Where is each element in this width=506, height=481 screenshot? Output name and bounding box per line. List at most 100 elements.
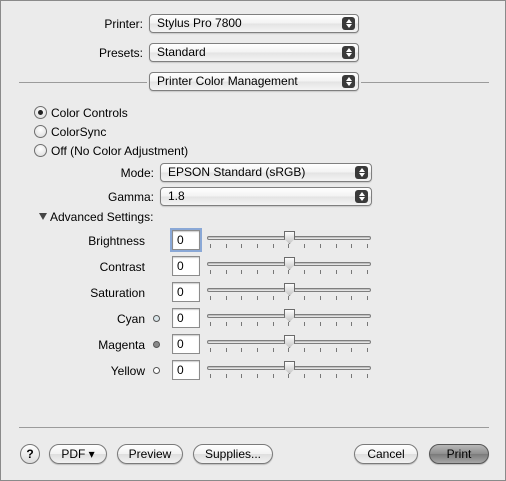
presets-label: Presets: [98, 46, 143, 60]
adjustment-value-field[interactable]: 0 [172, 282, 200, 302]
slider-tick [210, 270, 211, 274]
adjustment-value-field[interactable]: 0 [172, 360, 200, 380]
slider-thumb[interactable] [284, 309, 295, 322]
slider-tick [304, 322, 306, 326]
pdf-menu-button[interactable]: PDF ▾ [49, 444, 107, 464]
slider-tick [319, 244, 321, 248]
gamma-popup[interactable]: 1.8 [160, 187, 372, 206]
slider-tick [241, 322, 243, 326]
adjustment-label: Brightness [88, 234, 145, 248]
slider-tick [319, 322, 321, 326]
help-button[interactable]: ? [20, 444, 40, 464]
slider-tick [319, 270, 321, 274]
adjustment-value-field[interactable]: 0 [172, 308, 200, 328]
slider-tick [257, 270, 259, 274]
slider-thumb[interactable] [284, 257, 295, 270]
slider-tick [319, 374, 321, 378]
slider-tick [366, 322, 368, 326]
slider-thumb[interactable] [284, 283, 295, 296]
adjustment-value-field[interactable]: 0 [172, 230, 200, 250]
slider-tick [225, 270, 227, 274]
slider-tick [319, 348, 321, 352]
colorsync-label: ColorSync [51, 125, 107, 139]
slider-ticks [210, 296, 368, 300]
adjustment-slider[interactable] [207, 257, 371, 278]
color-swatch-icon [153, 367, 160, 374]
slider-tick [257, 296, 259, 300]
slider-tick [351, 348, 353, 352]
slider-tick [335, 270, 337, 274]
adjustment-slider[interactable] [207, 283, 371, 304]
printer-popup[interactable]: Stylus Pro 7800 [149, 14, 359, 33]
mode-popup[interactable]: EPSON Standard (sRGB) [160, 163, 372, 182]
slider-tick [366, 244, 368, 248]
supplies-button[interactable]: Supplies... [193, 444, 273, 464]
mode-label: Mode: [120, 166, 154, 180]
slider-tick [335, 374, 337, 378]
slider-tick [288, 348, 290, 352]
adjustment-label: Yellow [110, 364, 145, 378]
off-no-color-adjustment-radio[interactable] [34, 144, 47, 157]
separator-left [19, 82, 147, 83]
slider-tick [225, 374, 227, 378]
slider-ticks [210, 244, 368, 248]
up-down-arrows-icon [355, 190, 368, 203]
gamma-label: Gamma: [107, 190, 154, 204]
slider-tick [272, 270, 274, 274]
printer-value: Stylus Pro 7800 [157, 16, 242, 30]
adjustment-label: Magenta [98, 338, 145, 352]
up-down-arrows-icon [342, 46, 355, 59]
presets-popup[interactable]: Standard [149, 43, 359, 62]
slider-tick [304, 348, 306, 352]
adjustment-value-field[interactable]: 0 [172, 256, 200, 276]
adjustment-slider[interactable] [207, 231, 371, 252]
slider-thumb[interactable] [284, 361, 295, 374]
slider-tick [288, 322, 290, 326]
gamma-value: 1.8 [168, 189, 185, 203]
preview-button[interactable]: Preview [117, 444, 183, 464]
slider-tick [288, 270, 290, 274]
slider-ticks [210, 348, 368, 352]
slider-tick [351, 296, 353, 300]
slider-tick [335, 322, 337, 326]
slider-ticks [210, 322, 368, 326]
slider-tick [351, 244, 353, 248]
slider-tick [351, 270, 353, 274]
slider-tick [351, 322, 353, 326]
panel-menu-value: Printer Color Management [157, 74, 298, 88]
adjustment-slider[interactable] [207, 309, 371, 330]
slider-ticks [210, 374, 368, 378]
up-down-arrows-icon [342, 75, 355, 88]
disclosure-triangle-down-icon[interactable] [39, 213, 47, 220]
slider-tick [241, 270, 243, 274]
slider-tick [288, 374, 290, 378]
adjustment-label: Saturation [90, 286, 145, 300]
slider-tick [304, 374, 306, 378]
up-down-arrows-icon [342, 17, 355, 30]
slider-tick [366, 296, 368, 300]
slider-thumb[interactable] [284, 335, 295, 348]
slider-tick [366, 348, 368, 352]
slider-tick [210, 244, 211, 248]
adjustment-slider[interactable] [207, 335, 371, 356]
print-button[interactable]: Print [429, 444, 489, 464]
slider-thumb[interactable] [284, 231, 295, 244]
presets-value: Standard [157, 45, 206, 59]
slider-tick [319, 296, 321, 300]
slider-tick [241, 374, 243, 378]
slider-tick [272, 296, 274, 300]
print-dialog: Printer: Stylus Pro 7800 Presets: Standa… [0, 0, 506, 481]
slider-tick [257, 374, 259, 378]
cancel-button[interactable]: Cancel [354, 444, 418, 464]
color-controls-radio[interactable] [34, 106, 47, 119]
adjustment-label: Cyan [116, 312, 145, 326]
panel-menu-popup[interactable]: Printer Color Management [149, 72, 359, 91]
slider-tick [241, 244, 243, 248]
adjustment-value-field[interactable]: 0 [172, 334, 200, 354]
colorsync-radio[interactable] [34, 125, 47, 138]
slider-tick [272, 348, 274, 352]
slider-tick [272, 322, 274, 326]
slider-tick [304, 244, 306, 248]
adjustment-slider[interactable] [207, 361, 371, 382]
slider-tick [241, 296, 243, 300]
